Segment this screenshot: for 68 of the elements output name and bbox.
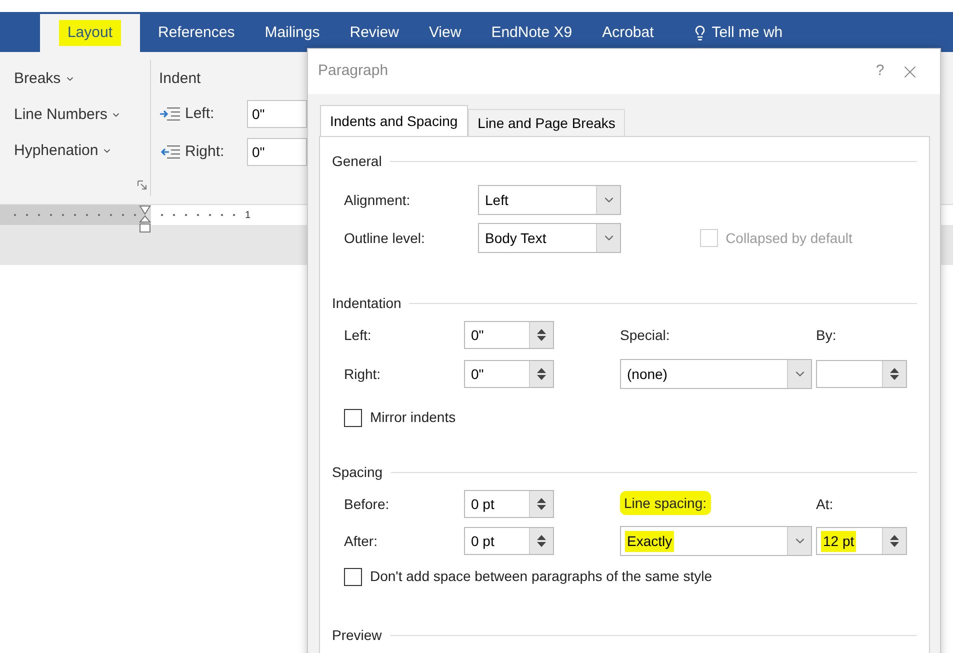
ribbon-tab[interactable]: Mailings [252, 14, 332, 52]
dropdown-value: Left [484, 190, 510, 210]
indent-icon [159, 107, 181, 121]
dropdown[interactable]: Left [478, 185, 621, 215]
ribbon-tab[interactable]: EndNote X9 [479, 14, 584, 52]
field-value: 0" [470, 364, 485, 384]
dropdown[interactable]: Exactly [620, 526, 812, 556]
field-value: 12 pt [821, 530, 856, 552]
field-label: Special: [620, 326, 671, 345]
help-button[interactable]: ? [860, 60, 900, 83]
ribbon-tab[interactable]: Layout [40, 14, 140, 52]
indent-icon [159, 145, 181, 159]
checkbox[interactable] [344, 568, 362, 586]
spin-field[interactable]: 0 pt [464, 527, 554, 555]
ruler-number: 1 [245, 208, 251, 222]
dropdown-value: (none) [626, 364, 668, 384]
indent-label: Left: [185, 104, 216, 124]
field-label: Left: [344, 326, 372, 344]
dropdown-value: Exactly [625, 530, 674, 552]
indent-field[interactable]: 0" [247, 138, 307, 166]
spin-field[interactable] [816, 360, 907, 388]
checkbox[interactable] [344, 408, 362, 426]
dialog-tab[interactable]: Line and Page Breaks [468, 109, 626, 136]
dialog-title: Paragraph [318, 61, 390, 82]
checkbox-label: Don't add space between paragraphs of the same style [370, 567, 712, 586]
ribbon-dropdown-button[interactable]: Hyphenation [14, 140, 150, 162]
checkbox-label: Collapsed by default [726, 228, 852, 248]
spin-field[interactable]: 0 pt [464, 490, 554, 518]
dropdown[interactable]: (none) [620, 359, 812, 389]
field-label: Outline level: [344, 228, 426, 248]
field-label: At: [816, 494, 834, 514]
spin-field[interactable]: 12 pt [816, 527, 907, 555]
tell-me-search[interactable]: Tell me wh [712, 22, 783, 44]
field-label: Line spacing: [620, 491, 711, 515]
section-title: Preview [332, 626, 382, 644]
spin-buttons[interactable] [882, 361, 906, 387]
section-title: Spacing [332, 462, 383, 482]
spin-buttons[interactable] [529, 491, 553, 517]
field-label: Right: [344, 364, 382, 384]
field-value: 0 pt [470, 532, 496, 551]
ribbon-dropdown-button[interactable]: Line Numbers [14, 104, 150, 126]
section-title: Indentation [332, 294, 402, 312]
spin-buttons[interactable] [882, 528, 906, 554]
spin-buttons[interactable] [529, 361, 553, 387]
dropdown-value: Body Text [484, 228, 548, 248]
dialog-tab[interactable]: Indents and Spacing [320, 105, 468, 136]
indent-field[interactable]: 0" [247, 100, 307, 128]
field-label: After: [344, 532, 378, 550]
dropdown[interactable]: Body Text [478, 223, 621, 253]
indent-label: Right: [185, 142, 226, 162]
ribbon-tab[interactable]: Review [338, 14, 411, 52]
section-title: General [332, 152, 382, 170]
ribbon-tab[interactable]: View [416, 14, 474, 52]
spin-field[interactable]: 0" [464, 321, 554, 349]
ribbon-dropdown-button[interactable]: Breaks [14, 68, 150, 90]
ribbon-tab[interactable]: References [146, 14, 247, 52]
field-label: Alignment: [344, 190, 412, 210]
field-label: By: [816, 326, 838, 345]
ribbon-tab[interactable]: Acrobat [590, 14, 666, 52]
spin-buttons[interactable] [529, 528, 553, 554]
field-value: 0 pt [470, 494, 496, 514]
spin-field[interactable]: 0" [464, 360, 554, 388]
field-label: Before: [344, 494, 390, 514]
dialog-launcher-icon[interactable] [137, 180, 147, 190]
spin-buttons[interactable] [529, 322, 553, 348]
field-value: 0" [470, 326, 485, 344]
checkbox-label: Mirror indents [370, 408, 456, 427]
group-title: Indent [159, 69, 202, 89]
